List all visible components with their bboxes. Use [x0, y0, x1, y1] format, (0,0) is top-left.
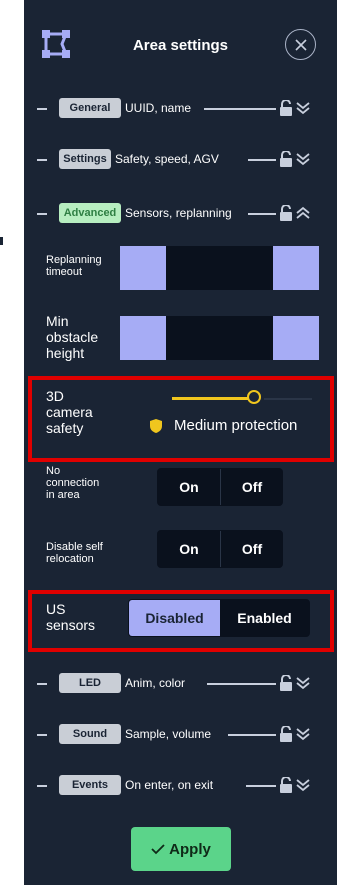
camera-label-line: 3D	[46, 388, 64, 404]
no-connection-off-option[interactable]: Off	[221, 469, 283, 505]
disable-relocation-toggle[interactable]: On Off	[157, 530, 283, 568]
camera-slider-track-empty[interactable]	[264, 398, 312, 400]
desc-general: UUID, name	[125, 101, 192, 115]
us-disabled-option[interactable]: Disabled	[129, 600, 220, 636]
min-obstacle-label-line: obstacle	[46, 329, 99, 345]
lock-open-icon[interactable]	[279, 100, 293, 116]
section-line	[246, 785, 276, 787]
camera-safety-label: 3D camera safety	[46, 388, 93, 436]
desc-sound: Sample, volume	[125, 727, 212, 741]
section-dash	[37, 213, 47, 215]
section-line	[248, 159, 276, 161]
no-connection-label: No connection in area	[46, 465, 99, 501]
replanning-label-line: timeout	[46, 266, 83, 278]
replanning-timeout-stepper[interactable]	[120, 246, 319, 290]
area-settings-panel: Area settings General UUID, name Setting…	[24, 0, 337, 885]
disable-relocation-label-line: Disable self	[46, 541, 103, 553]
section-line	[207, 683, 276, 685]
lock-open-icon[interactable]	[279, 205, 293, 221]
us-sensors-label: US sensors	[46, 601, 95, 633]
section-advanced[interactable]: Advanced Sensors, replanning	[24, 202, 337, 224]
chevron-double-up-icon[interactable]	[296, 206, 310, 220]
edge-mark	[0, 237, 3, 245]
lock-open-icon[interactable]	[279, 777, 293, 793]
no-connection-on-option[interactable]: On	[158, 469, 220, 505]
tag-general: General	[59, 98, 121, 118]
us-sensors-label-line: US	[46, 601, 66, 617]
close-icon	[294, 38, 307, 51]
apply-button[interactable]: Apply	[131, 827, 231, 871]
check-icon	[151, 844, 165, 855]
decrement-button[interactable]	[120, 246, 166, 290]
tag-settings: Settings	[59, 149, 111, 169]
section-dash	[37, 159, 47, 161]
desc-events: On enter, on exit	[125, 778, 214, 792]
section-dash	[37, 734, 47, 736]
section-general[interactable]: General UUID, name	[24, 97, 337, 119]
chevron-double-down-icon[interactable]	[296, 676, 310, 690]
chevron-double-down-icon[interactable]	[296, 727, 310, 741]
min-obstacle-height-stepper[interactable]	[120, 316, 319, 360]
replanning-label: Replanning timeout	[46, 254, 102, 278]
min-obstacle-label: Min obstacle height	[46, 313, 98, 361]
replanning-label-line: Replanning	[46, 254, 102, 266]
chevron-double-down-icon[interactable]	[296, 101, 310, 115]
us-sensors-label-line: sensors	[46, 617, 96, 633]
no-connection-label-line: in area	[46, 489, 80, 501]
tag-sound: Sound	[59, 724, 121, 744]
apply-label: Apply	[169, 840, 211, 858]
desc-advanced: Sensors, replanning	[125, 206, 232, 220]
no-connection-label-line: No	[46, 465, 61, 477]
close-button[interactable]	[285, 29, 316, 60]
us-enabled-option[interactable]: Enabled	[220, 600, 309, 636]
section-dash	[37, 785, 47, 787]
us-sensors-toggle[interactable]: Disabled Enabled	[128, 599, 310, 637]
shield-icon	[150, 419, 162, 433]
section-line	[248, 213, 276, 215]
chevron-double-down-icon[interactable]	[296, 778, 310, 792]
camera-slider-thumb[interactable]	[247, 390, 261, 404]
section-sound[interactable]: Sound Sample, volume	[24, 723, 337, 745]
section-settings[interactable]: Settings Safety, speed, AGV	[24, 148, 337, 170]
lock-open-icon[interactable]	[279, 726, 293, 742]
no-connection-toggle[interactable]: On Off	[157, 468, 283, 506]
section-line	[228, 734, 276, 736]
decrement-button[interactable]	[120, 316, 166, 360]
increment-button[interactable]	[273, 316, 319, 360]
camera-protection-level: Medium protection	[174, 417, 298, 434]
tag-led: LED	[59, 673, 121, 693]
camera-label-line: camera	[46, 404, 93, 420]
desc-led: Anim, color	[125, 676, 186, 690]
section-events[interactable]: Events On enter, on exit	[24, 774, 337, 796]
disable-relocation-label-line: relocation	[46, 553, 94, 565]
min-obstacle-label-line: height	[46, 345, 85, 361]
disable-relocation-on-option[interactable]: On	[158, 531, 220, 567]
section-led[interactable]: LED Anim, color	[24, 672, 337, 694]
camera-slider-track-filled[interactable]	[172, 397, 252, 400]
no-connection-label-line: connection	[46, 477, 100, 489]
section-dash	[37, 108, 47, 110]
desc-settings: Safety, speed, AGV	[115, 152, 219, 166]
section-line	[204, 108, 276, 110]
tag-advanced: Advanced	[59, 203, 121, 223]
lock-open-icon[interactable]	[279, 675, 293, 691]
disable-relocation-off-option[interactable]: Off	[221, 531, 283, 567]
min-obstacle-label-line: Min	[46, 313, 69, 329]
camera-label-line: safety	[46, 420, 84, 436]
chevron-double-down-icon[interactable]	[296, 152, 310, 166]
tag-events: Events	[59, 775, 121, 795]
increment-button[interactable]	[273, 246, 319, 290]
lock-open-icon[interactable]	[279, 151, 293, 167]
disable-relocation-label: Disable self relocation	[46, 541, 103, 565]
section-dash	[37, 683, 47, 685]
